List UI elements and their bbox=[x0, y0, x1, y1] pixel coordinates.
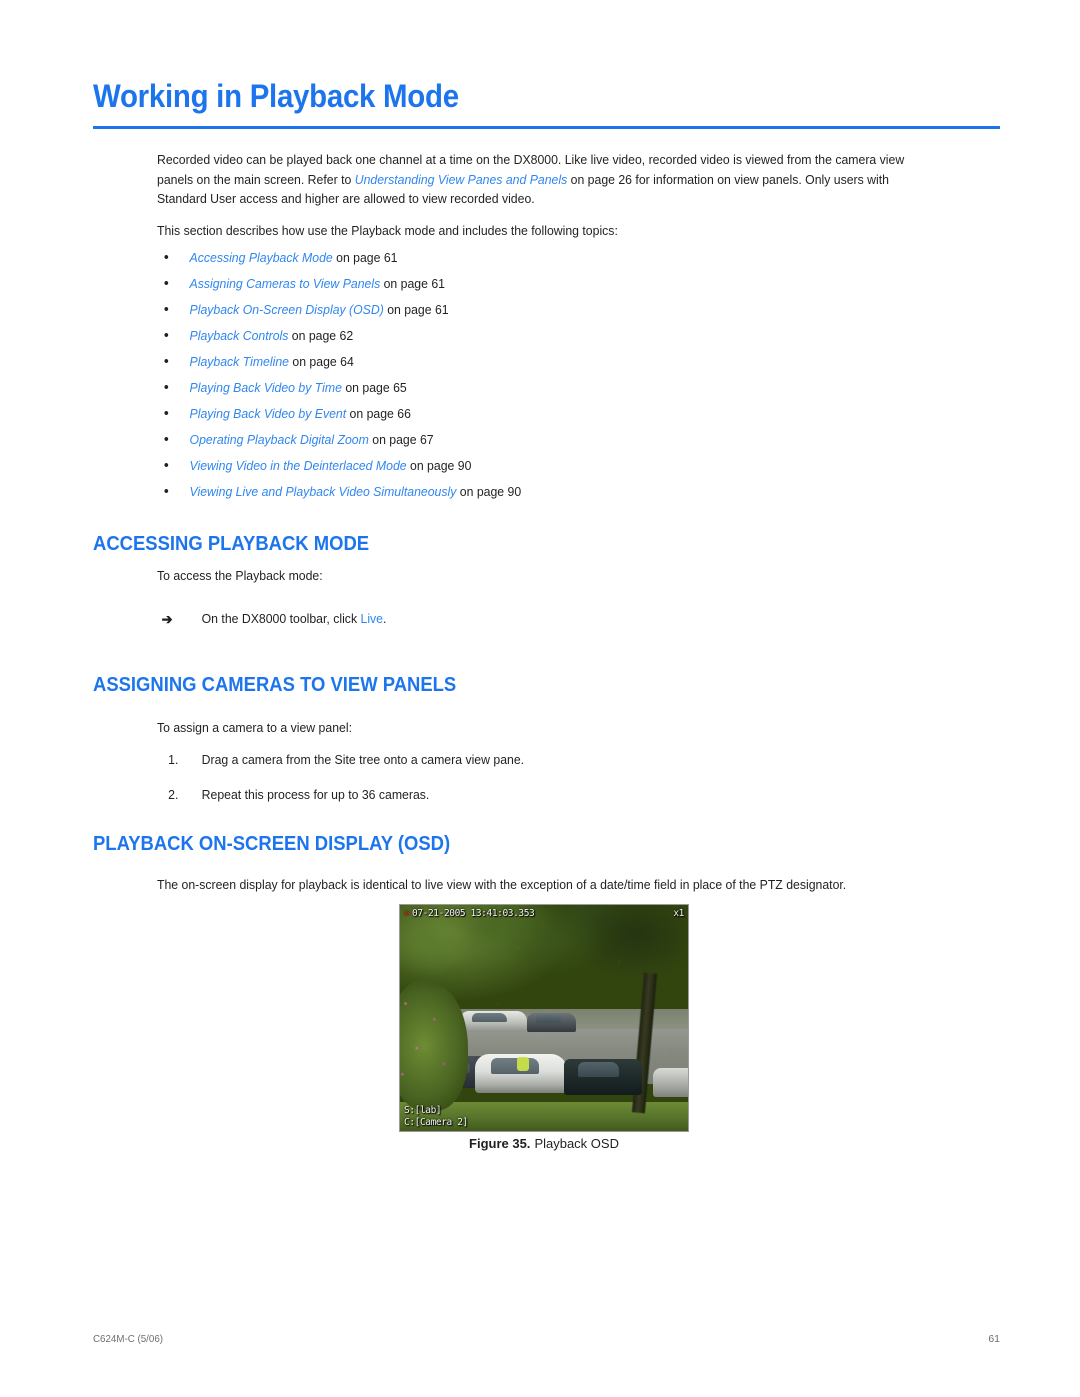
list-item[interactable]: • Viewing Video in the Deinterlaced Mode… bbox=[157, 453, 808, 479]
document-page: Working in Playback Mode Recorded video … bbox=[0, 0, 1080, 1397]
arrow-icon: ➔ bbox=[161, 611, 173, 627]
parked-car bbox=[526, 1013, 576, 1032]
bullet-icon: • bbox=[163, 249, 169, 266]
windshield bbox=[472, 1013, 507, 1022]
step-number: 1. bbox=[168, 752, 179, 767]
topic-page-ref: on page 61 bbox=[332, 250, 398, 265]
osd-top-bar: » 07-21-2005 13:41:03.353 x1 bbox=[404, 908, 684, 919]
assigning-lead-text: To assign a camera to a view panel: bbox=[157, 720, 352, 735]
bullet-icon: • bbox=[163, 301, 169, 318]
parked-car bbox=[460, 1011, 527, 1032]
windshield bbox=[578, 1062, 619, 1078]
list-item[interactable]: • Playing Back Video by Event on page 66 bbox=[157, 401, 808, 427]
figure-playback-osd: » 07-21-2005 13:41:03.353 x1 S:[lab] C:[… bbox=[399, 904, 689, 1132]
bullet-icon: • bbox=[163, 327, 169, 344]
list-item-content: Playback Controls on page 62 bbox=[190, 323, 354, 349]
step-text-part-1: On the DX8000 toolbar, click bbox=[201, 611, 361, 626]
list-item[interactable]: • Playback On-Screen Display (OSD) on pa… bbox=[157, 297, 808, 323]
topic-link[interactable]: Playback Timeline bbox=[190, 354, 289, 369]
osd-site-label: S:[lab] bbox=[404, 1105, 442, 1116]
topic-page-ref: on page 90 bbox=[456, 484, 522, 499]
bullet-icon: • bbox=[163, 431, 169, 448]
osd-camera-label: C:[Camera 2] bbox=[404, 1117, 468, 1128]
parked-car bbox=[474, 1054, 568, 1093]
topics-list: • Accessing Playback Mode on page 61 • A… bbox=[157, 245, 857, 505]
list-item-content: Playing Back Video by Event on page 66 bbox=[190, 401, 411, 427]
bullet-icon: • bbox=[163, 379, 169, 396]
topic-page-ref: on page 90 bbox=[406, 458, 472, 473]
step-text: Drag a camera from the Site tree onto a … bbox=[201, 752, 525, 767]
topic-link[interactable]: Playback On-Screen Display (OSD) bbox=[190, 302, 384, 317]
bullet-icon: • bbox=[163, 275, 169, 292]
footer-document-code: C624M-C (5/06) bbox=[93, 1333, 164, 1345]
page-title: Working in Playback Mode bbox=[93, 78, 459, 114]
list-item-content: Viewing Live and Playback Video Simultan… bbox=[190, 479, 522, 505]
figure-caption: Figure 35. Playback OSD bbox=[399, 1136, 689, 1151]
list-item[interactable]: • Playing Back Video by Time on page 65 bbox=[157, 375, 808, 401]
section-heading-assigning-cameras: ASSIGNING CAMERAS TO VIEW PANELS bbox=[93, 673, 457, 696]
step-text-part-2: . bbox=[383, 611, 387, 626]
link-live[interactable]: Live bbox=[360, 611, 383, 626]
list-item[interactable]: • Playback Timeline on page 64 bbox=[157, 349, 808, 375]
person-hi-vis bbox=[517, 1057, 530, 1072]
section-heading-accessing-playback-mode: ACCESSING PLAYBACK MODE bbox=[93, 532, 370, 555]
list-item-content: Assigning Cameras to View Panels on page… bbox=[190, 271, 445, 297]
footer-page-number: 61 bbox=[988, 1333, 1000, 1345]
topic-page-ref: on page 64 bbox=[288, 354, 354, 369]
link-understanding-view-panes[interactable]: Understanding View Panes and Panels bbox=[355, 172, 568, 187]
list-item[interactable]: • Viewing Live and Playback Video Simult… bbox=[157, 479, 808, 505]
topic-link[interactable]: Operating Playback Digital Zoom bbox=[190, 432, 369, 447]
camera-view-panel[interactable]: » 07-21-2005 13:41:03.353 x1 S:[lab] C:[… bbox=[399, 904, 689, 1132]
list-item-content: Playing Back Video by Time on page 65 bbox=[190, 375, 407, 401]
osd-lead-text: The on-screen display for playback is id… bbox=[157, 877, 847, 892]
parked-car bbox=[653, 1067, 688, 1098]
topic-page-ref: on page 65 bbox=[341, 380, 407, 395]
bullet-icon: • bbox=[163, 483, 169, 500]
list-item-content: Accessing Playback Mode on page 61 bbox=[190, 245, 398, 271]
step-text: On the DX8000 toolbar, click Live. bbox=[202, 609, 387, 629]
play-direction-icon: » bbox=[404, 908, 410, 919]
list-item-content: Operating Playback Digital Zoom on page … bbox=[190, 427, 434, 453]
bullet-icon: • bbox=[163, 457, 169, 474]
step-number: 2. bbox=[168, 787, 179, 802]
topic-link[interactable]: Playback Controls bbox=[190, 328, 289, 343]
topic-link[interactable]: Assigning Cameras to View Panels bbox=[190, 276, 381, 291]
figure-caption-label: Figure 35. bbox=[469, 1136, 531, 1151]
topic-page-ref: on page 67 bbox=[368, 432, 434, 447]
section-heading-playback-osd: PLAYBACK ON-SCREEN DISPLAY (OSD) bbox=[93, 832, 451, 855]
topic-link[interactable]: Playing Back Video by Time bbox=[190, 380, 342, 395]
step-text: Repeat this process for up to 36 cameras… bbox=[201, 787, 430, 802]
parked-truck bbox=[564, 1058, 642, 1095]
title-divider bbox=[93, 126, 1000, 129]
osd-bottom-labels: S:[lab] C:[Camera 2] bbox=[404, 1105, 468, 1129]
list-item-content: Viewing Video in the Deinterlaced Mode o… bbox=[190, 453, 472, 479]
windshield bbox=[491, 1057, 540, 1075]
topic-page-ref: on page 61 bbox=[383, 302, 449, 317]
topic-link[interactable]: Viewing Live and Playback Video Simultan… bbox=[190, 484, 457, 499]
topic-link[interactable]: Viewing Video in the Deinterlaced Mode bbox=[190, 458, 407, 473]
topic-page-ref: on page 62 bbox=[288, 328, 354, 343]
osd-playback-speed: x1 bbox=[673, 908, 684, 919]
accessing-lead-text: To access the Playback mode: bbox=[157, 568, 323, 583]
intro-paragraph-2: This section describes how use the Playb… bbox=[157, 223, 618, 238]
topic-page-ref: on page 61 bbox=[380, 276, 445, 291]
list-item[interactable]: • Accessing Playback Mode on page 61 bbox=[157, 245, 808, 271]
figure-caption-text: Playback OSD bbox=[534, 1136, 619, 1151]
topic-page-ref: on page 66 bbox=[346, 406, 411, 421]
list-item-content: Playback On-Screen Display (OSD) on page… bbox=[190, 297, 449, 323]
list-item[interactable]: • Assigning Cameras to View Panels on pa… bbox=[157, 271, 808, 297]
bullet-icon: • bbox=[163, 405, 169, 422]
list-item[interactable]: • Operating Playback Digital Zoom on pag… bbox=[157, 427, 808, 453]
intro-paragraph-1: Recorded video can be played back one ch… bbox=[157, 150, 941, 209]
topic-link[interactable]: Playing Back Video by Event bbox=[190, 406, 347, 421]
bullet-icon: • bbox=[163, 353, 169, 370]
topic-link[interactable]: Accessing Playback Mode bbox=[190, 250, 333, 265]
osd-timestamp: 07-21-2005 13:41:03.353 bbox=[412, 908, 535, 919]
list-item[interactable]: • Playback Controls on page 62 bbox=[157, 323, 808, 349]
windshield bbox=[535, 1015, 561, 1023]
list-item-content: Playback Timeline on page 64 bbox=[190, 349, 354, 375]
